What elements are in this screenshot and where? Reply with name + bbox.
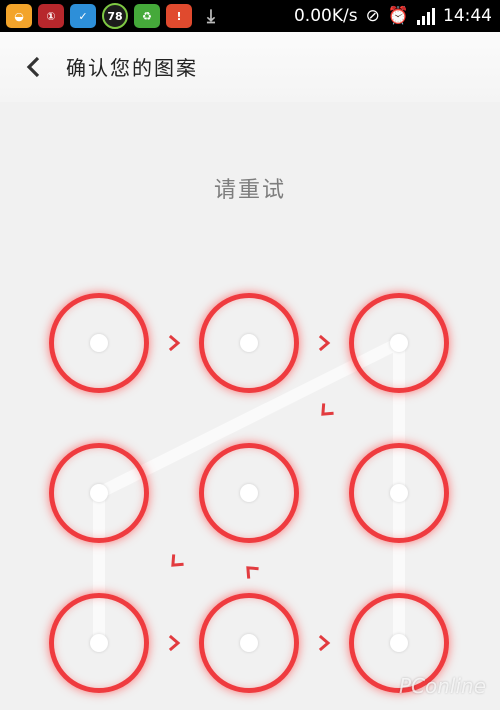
pattern-direction-chevron-icon xyxy=(171,554,184,567)
pattern-direction-chevron-icon xyxy=(246,566,259,579)
watermark-logo: PConline xyxy=(399,674,486,698)
watermark-text: PConline xyxy=(398,674,486,698)
pattern-node-5[interactable] xyxy=(199,443,299,543)
pattern-direction-chevron-icon xyxy=(321,403,334,416)
pattern-node-4[interactable] xyxy=(49,443,149,543)
pattern-node-1[interactable] xyxy=(49,293,149,393)
pattern-node-8[interactable] xyxy=(199,593,299,693)
pattern-direction-chevron-icon xyxy=(318,334,331,352)
pattern-node-dot xyxy=(90,484,108,502)
pattern-lock[interactable] xyxy=(0,0,500,710)
pattern-node-dot xyxy=(390,634,408,652)
pattern-node-dot xyxy=(240,334,258,352)
pattern-node-3[interactable] xyxy=(349,293,449,393)
pattern-node-dot xyxy=(240,634,258,652)
pattern-node-7[interactable] xyxy=(49,593,149,693)
pattern-node-2[interactable] xyxy=(199,293,299,393)
pattern-node-dot xyxy=(390,484,408,502)
pattern-node-6[interactable] xyxy=(349,443,449,543)
pattern-node-dot xyxy=(390,334,408,352)
pattern-node-dot xyxy=(90,334,108,352)
pattern-direction-chevron-icon xyxy=(168,334,181,352)
pattern-direction-chevron-icon xyxy=(318,634,331,652)
pattern-direction-chevron-icon xyxy=(168,634,181,652)
pattern-node-dot xyxy=(240,484,258,502)
pattern-node-dot xyxy=(90,634,108,652)
